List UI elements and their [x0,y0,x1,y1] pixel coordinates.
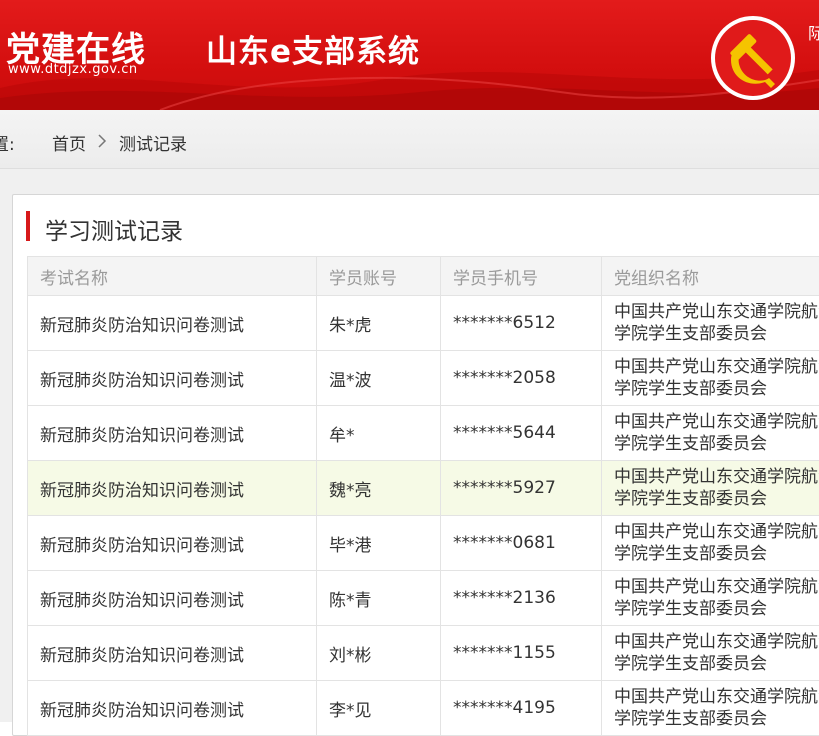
system-title: 山东e支部系统 [206,26,420,71]
column-header-account: 学员账号 [317,257,441,296]
breadcrumb-home-link[interactable]: 首页 [52,130,86,155]
cell-account: 温*波 [317,351,441,406]
table-row[interactable]: 新冠肺炎防治知识问卷测试 牟* *******5644 中国共产党山东交通学院航… [28,406,819,461]
table-row[interactable]: 新冠肺炎防治知识问卷测试 朱*虎 *******6512 中国共产党山东交通学院… [28,296,819,351]
column-header-exam-name: 考试名称 [28,257,317,296]
cell-org: 中国共产党山东交通学院航海学院学生支部委员会 [602,626,819,681]
cell-org: 中国共产党山东交通学院航海学院学生支部委员会 [602,351,819,406]
table-row[interactable]: 新冠肺炎防治知识问卷测试 李*见 *******4195 中国共产党山东交通学院… [28,681,819,736]
cell-exam-name: 新冠肺炎防治知识问卷测试 [28,571,317,626]
table-row[interactable]: 新冠肺炎防治知识问卷测试 刘*彬 *******1155 中国共产党山东交通学院… [28,626,819,681]
breadcrumb-label: 置: [0,130,15,155]
cell-account: 刘*彬 [317,626,441,681]
cell-phone: *******1155 [441,626,602,681]
cell-exam-name: 新冠肺炎防治知识问卷测试 [28,681,317,736]
site-header: 党建在线 www.dtdjzx.gov.cn 山东e支部系统 际 [0,0,819,110]
header-right-text: 际 [808,20,819,44]
cell-org: 中国共产党山东交通学院航海学院学生支部委员会 [602,681,819,736]
cell-phone: *******4195 [441,681,602,736]
cell-account: 朱*虎 [317,296,441,351]
records-table-wrapper: 考试名称 学员账号 学员手机号 党组织名称 新冠肺炎防治知识问卷测试 朱*虎 *… [27,256,819,736]
cell-account: 魏*亮 [317,461,441,516]
cell-exam-name: 新冠肺炎防治知识问卷测试 [28,461,317,516]
cell-exam-name: 新冠肺炎防治知识问卷测试 [28,351,317,406]
cell-org: 中国共产党山东交通学院航海学院学生支部委员会 [602,461,819,516]
table-row[interactable]: 新冠肺炎防治知识问卷测试 陈*青 *******2136 中国共产党山东交通学院… [28,571,819,626]
cell-exam-name: 新冠肺炎防治知识问卷测试 [28,296,317,351]
cell-org: 中国共产党山东交通学院航海学院学生支部委员会 [602,406,819,461]
breadcrumb: 置: 首页 测试记录 [0,110,819,169]
cell-phone: *******0681 [441,516,602,571]
panel-title-accent [26,211,30,241]
cell-phone: *******5644 [441,406,602,461]
cell-phone: *******2058 [441,351,602,406]
table-row[interactable]: 新冠肺炎防治知识问卷测试 毕*港 *******0681 中国共产党山东交通学院… [28,516,819,571]
records-table: 考试名称 学员账号 学员手机号 党组织名称 新冠肺炎防治知识问卷测试 朱*虎 *… [27,256,819,736]
cell-org: 中国共产党山东交通学院航海学院学生支部委员会 [602,296,819,351]
site-logo-url: www.dtdjzx.gov.cn [8,62,138,77]
cell-org: 中国共产党山东交通学院航海学院学生支部委员会 [602,571,819,626]
cell-phone: *******6512 [441,296,602,351]
cell-phone: *******2136 [441,571,602,626]
cell-exam-name: 新冠肺炎防治知识问卷测试 [28,516,317,571]
cell-account: 毕*港 [317,516,441,571]
column-header-org: 党组织名称 [602,257,819,296]
cell-account: 李*见 [317,681,441,736]
cell-org: 中国共产党山东交通学院航海学院学生支部委员会 [602,516,819,571]
table-header-row: 考试名称 学员账号 学员手机号 党组织名称 [28,257,819,296]
cell-exam-name: 新冠肺炎防治知识问卷测试 [28,626,317,681]
panel-title: 学习测试记录 [45,212,183,246]
cell-account: 牟* [317,406,441,461]
cell-account: 陈*青 [317,571,441,626]
table-row-hovered[interactable]: 新冠肺炎防治知识问卷测试 魏*亮 *******5927 中国共产党山东交通学院… [28,461,819,516]
column-header-phone: 学员手机号 [441,257,602,296]
chevron-right-icon [96,134,108,148]
cell-phone: *******5927 [441,461,602,516]
cell-exam-name: 新冠肺炎防治知识问卷测试 [28,406,317,461]
party-emblem-icon [709,14,797,102]
table-row[interactable]: 新冠肺炎防治知识问卷测试 温*波 *******2058 中国共产党山东交通学院… [28,351,819,406]
breadcrumb-current: 测试记录 [119,130,187,155]
